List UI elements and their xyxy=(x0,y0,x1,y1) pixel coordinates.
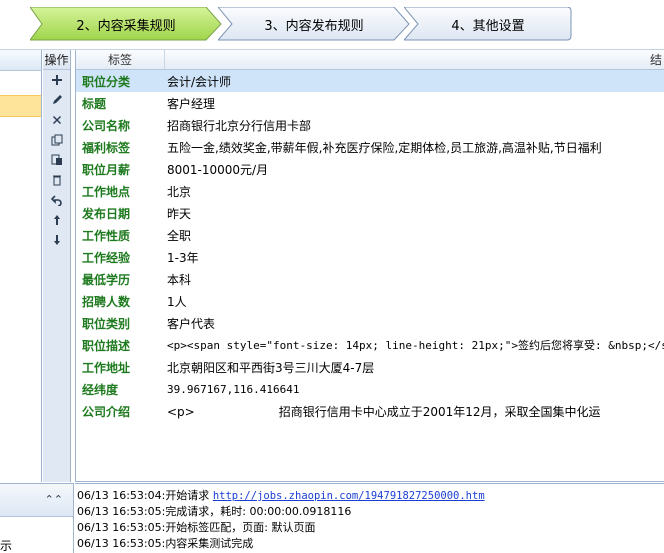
tag-value: 客户经理 xyxy=(167,96,216,111)
edit-pencil-icon[interactable] xyxy=(43,90,71,110)
tag-value: 五险一金,绩效奖金,带薪年假,补充医疗保险,定期体检,员工旅游,高温补贴,节日福… xyxy=(167,140,602,155)
log-time: 06/13 16:53:04: xyxy=(77,489,166,502)
tag-name: 工作性质 xyxy=(82,228,131,243)
table-row[interactable]: 职位类别 客户代表 xyxy=(76,312,664,334)
tag-value: 本科 xyxy=(167,272,192,287)
grid-header: 标签 结 xyxy=(76,50,664,70)
tag-name: 标题 xyxy=(82,96,107,111)
tag-value: 招商银行北京分行信用卡部 xyxy=(167,118,312,133)
step-label: 3、内容发布规则 xyxy=(264,18,364,34)
table-row[interactable]: 公司名称 招商银行北京分行信用卡部 xyxy=(76,114,664,136)
log-time: 06/13 16:53:05: xyxy=(77,537,166,550)
tag-name: 福利标签 xyxy=(82,140,131,155)
move-down-icon[interactable] xyxy=(43,230,71,250)
operations-toolbar: 操作 xyxy=(43,50,71,482)
tag-name: 职位描述 xyxy=(82,338,131,353)
step-other-settings[interactable]: 4、其他设置 xyxy=(404,7,572,41)
tag-name: 最低学历 xyxy=(82,272,131,287)
paste-icon[interactable] xyxy=(43,150,71,170)
log-output: 06/13 16:53:04:开始请求 http://jobs.zhaopin.… xyxy=(75,483,664,553)
log-time: 06/13 16:53:05: xyxy=(77,505,166,518)
tag-value: 客户代表 xyxy=(167,316,216,331)
tag-value: 会计/会计师 xyxy=(167,74,232,89)
log-message: 完成请求，耗时: 00:00:00.0918116 xyxy=(165,505,352,518)
left-tree-panel xyxy=(0,50,42,482)
table-row[interactable]: 经纬度 39.967167,116.416641 xyxy=(76,378,664,400)
tag-name: 职位分类 xyxy=(82,74,131,89)
tag-value: 1-3年 xyxy=(167,250,199,265)
left-panel-header xyxy=(0,50,41,71)
step-content-collection-rules[interactable]: 2、内容采集规则 xyxy=(30,7,222,41)
table-row[interactable]: 最低学历 本科 xyxy=(76,268,664,290)
tag-name: 工作地点 xyxy=(82,184,131,199)
tag-name: 职位类别 xyxy=(82,316,131,331)
table-row[interactable]: 职位描述 <p><span style="font-size: 14px; lin… xyxy=(76,334,664,356)
copy-icon[interactable] xyxy=(43,130,71,150)
collapse-chevron-icon[interactable]: ⌃⌃ xyxy=(45,493,63,506)
step-label: 4、其他设置 xyxy=(451,18,525,34)
tag-name: 工作地址 xyxy=(82,360,131,375)
tag-value: 北京朝阳区和平西街3号三川大厦4-7层 xyxy=(167,360,375,375)
operations-title: 操作 xyxy=(43,50,70,70)
delete-x-icon[interactable] xyxy=(43,110,71,130)
collapse-bar: ⌃⌃ xyxy=(0,483,73,517)
table-row[interactable]: 工作地点 北京 xyxy=(76,180,664,202)
column-header-tag[interactable]: 标签 xyxy=(76,50,165,69)
tag-name: 公司名称 xyxy=(82,118,131,133)
log-message: 内容采集测试完成 xyxy=(165,537,254,550)
column-header-result[interactable]: 结 xyxy=(165,50,664,69)
bottom-left-panel: ⌃⌃ 示 xyxy=(0,483,74,553)
table-row[interactable]: 工作性质 全职 xyxy=(76,224,664,246)
log-line: 06/13 16:53:05:开始标签匹配，页面: 默认页面 xyxy=(77,520,664,536)
tag-value: 1人 xyxy=(167,294,187,309)
log-message: 开始请求 xyxy=(165,489,213,502)
tag-result-grid: 标签 结 职位分类 会计/会计师 标题 客户经理 公司名称 招商银行北京分行信用卡部 … xyxy=(75,50,664,482)
log-time: 06/13 16:53:05: xyxy=(77,521,166,534)
table-row[interactable]: 招聘人数 1人 xyxy=(76,290,664,312)
tag-value: <p><span style="font-size: 14px; line-he… xyxy=(167,339,664,352)
tag-value: <p> 招商银行信用卡中心成立于2001年12月，采取全国集中化运 xyxy=(167,404,601,419)
table-row[interactable]: 福利标签 五险一金,绩效奖金,带薪年假,补充医疗保险,定期体检,员工旅游,高温补贴… xyxy=(76,136,664,158)
log-url-link[interactable]: http://jobs.zhaopin.com/194791827250000.… xyxy=(213,490,485,502)
table-row[interactable]: 职位月薪 8001-10000元/月 xyxy=(76,158,664,180)
panel-text-fragment: 示 xyxy=(0,539,13,553)
table-row[interactable]: 职位分类 会计/会计师 xyxy=(76,70,664,92)
table-row[interactable]: 工作地址 北京朝阳区和平西街3号三川大厦4-7层 xyxy=(76,356,664,378)
grid-rows: 职位分类 会计/会计师 标题 客户经理 公司名称 招商银行北京分行信用卡部 福利标签 五… xyxy=(76,70,664,422)
add-icon[interactable] xyxy=(43,70,71,90)
step-content-publish-rules[interactable]: 3、内容发布规则 xyxy=(218,7,410,41)
tag-name: 发布日期 xyxy=(82,206,131,221)
move-up-icon[interactable] xyxy=(43,210,71,230)
tag-name: 公司介绍 xyxy=(82,404,131,419)
log-line: 06/13 16:53:05:完成请求，耗时: 00:00:00.0918116 xyxy=(77,504,664,520)
table-row[interactable]: 发布日期 昨天 xyxy=(76,202,664,224)
step-label: 2、内容采集规则 xyxy=(76,18,176,34)
tag-name: 经纬度 xyxy=(82,382,119,397)
trash-icon[interactable] xyxy=(43,170,71,190)
tag-name: 职位月薪 xyxy=(82,162,131,177)
log-message: 开始标签匹配，页面: 默认页面 xyxy=(165,521,316,534)
tag-value: 39.967167,116.416641 xyxy=(167,382,300,396)
tag-name: 工作经验 xyxy=(82,250,131,265)
tag-value: 8001-10000元/月 xyxy=(167,162,269,177)
undo-icon[interactable] xyxy=(43,190,71,210)
table-row[interactable]: 标题 客户经理 xyxy=(76,92,664,114)
table-row[interactable]: 工作经验 1-3年 xyxy=(76,246,664,268)
tag-value: 北京 xyxy=(167,184,192,199)
selected-tree-node[interactable] xyxy=(0,95,41,117)
log-line: 06/13 16:53:04:开始请求 http://jobs.zhaopin.… xyxy=(77,488,664,504)
tag-value: 昨天 xyxy=(167,206,192,221)
table-row[interactable]: 公司介绍 <p> 招商银行信用卡中心成立于2001年12月，采取全国集中化运 xyxy=(76,400,664,422)
tag-value: 全职 xyxy=(167,228,192,243)
wizard-steps: 2、内容采集规则 3、内容发布规则 4、其他设置 xyxy=(0,0,664,50)
tag-name: 招聘人数 xyxy=(82,294,131,309)
log-line: 06/13 16:53:05:内容采集测试完成 xyxy=(77,536,664,552)
